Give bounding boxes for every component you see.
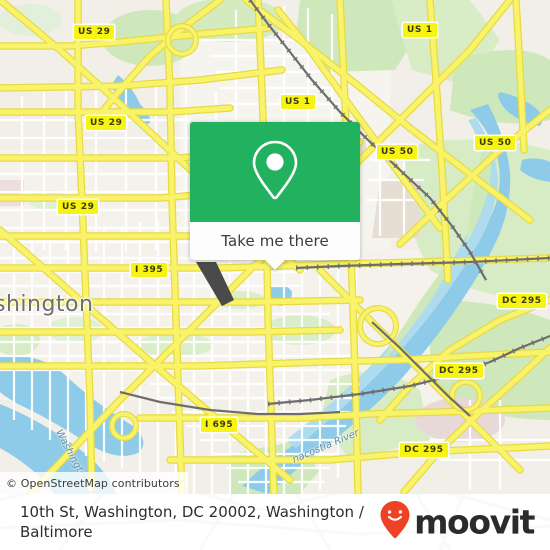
popup-action-panel[interactable]: Take me there — [190, 222, 360, 270]
popup-icon-panel — [190, 122, 360, 222]
moovit-logo[interactable]: moovit — [379, 500, 535, 545]
road-shield-us-50-left: US 50 — [376, 144, 419, 160]
road-shield-i-695: I 695 — [200, 417, 239, 433]
road-shield-dc-295-mid: DC 295 — [434, 363, 484, 379]
take-me-there-button[interactable]: Take me there — [221, 232, 329, 250]
road-shield-us-1-upper: US 1 — [280, 94, 316, 110]
footer-bar: 10th St, Washington, DC 20002, Washingto… — [0, 494, 550, 550]
moovit-smiley-pin-icon — [379, 500, 411, 545]
road-shield-us-29-top: US 29 — [73, 24, 116, 40]
destination-popup-card[interactable]: Take me there — [190, 122, 360, 270]
map-canvas[interactable]: shington Washington Ch. nacostia River U… — [0, 0, 550, 494]
popup-pointer — [264, 259, 286, 270]
road-shield-i-395: I 395 — [130, 262, 169, 278]
moovit-wordmark: moovit — [414, 502, 535, 542]
road-shield-us-1-top: US 1 — [402, 22, 438, 38]
road-shield-dc-295-bottom: DC 295 — [399, 442, 449, 458]
road-shield-us-29-left: US 29 — [57, 199, 100, 215]
place-label-washington: shington — [0, 292, 94, 317]
road-shield-us-50-right: US 50 — [474, 135, 517, 151]
address-label: 10th St, Washington, DC 20002, Washingto… — [20, 503, 364, 541]
map-pin-icon — [251, 139, 299, 206]
road-shield-dc-295-top: DC 295 — [497, 293, 547, 309]
road-shield-us-29-mid: US 29 — [85, 115, 128, 131]
moovit-map-screenshot: shington Washington Ch. nacostia River U… — [0, 0, 550, 550]
osm-attribution[interactable]: © OpenStreetMap contributors — [0, 472, 188, 494]
